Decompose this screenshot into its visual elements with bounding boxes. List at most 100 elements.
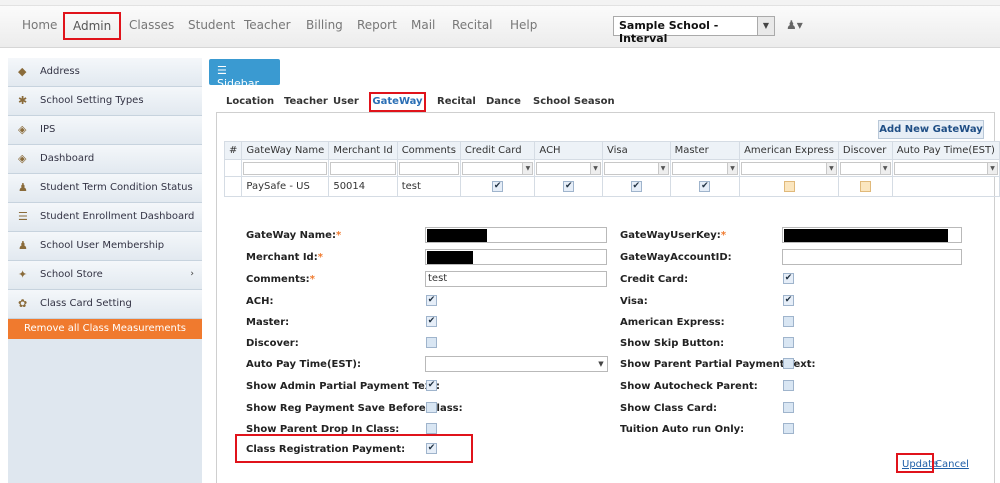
column-header[interactable]: Auto Pay Time(EST) <box>891 141 1000 160</box>
column-header[interactable]: GateWay Name <box>241 141 330 160</box>
nav-report[interactable]: Report <box>357 18 397 32</box>
sidebar-item-ips[interactable]: ◈ IPS <box>8 116 202 145</box>
filter-select[interactable]: ▼ <box>671 161 739 175</box>
table-filter-row: ▼ ▼ ▼ ▼ ▼ ▼ ▼ <box>223 159 1000 177</box>
gateway-account-id-input[interactable] <box>782 249 962 265</box>
tab-school-season[interactable]: School Season <box>533 92 615 112</box>
visa-label: Visa: <box>620 296 648 307</box>
sidebar-item-address[interactable]: ◆ Address <box>8 58 202 87</box>
show-reg-payment-save-before-class-checkbox[interactable] <box>426 402 437 413</box>
tab-dance[interactable]: Dance <box>486 92 521 112</box>
visa-checkbox[interactable]: ✔ <box>783 295 794 306</box>
filter-select[interactable]: ▼ <box>839 161 891 175</box>
nav-mail[interactable]: Mail <box>411 18 435 32</box>
column-header[interactable]: Discover <box>837 141 893 160</box>
filter-cell <box>328 159 398 177</box>
nav-student[interactable]: Student <box>188 18 235 32</box>
sidebar-item-label: Address <box>40 66 80 77</box>
filter-select[interactable]: ▼ <box>461 161 534 175</box>
table-cell: PaySafe - US <box>241 176 330 197</box>
filter-select[interactable]: ▼ <box>741 161 837 175</box>
comments-input[interactable]: test <box>425 271 607 287</box>
add-new-gateway-button[interactable]: Add New GateWay <box>878 120 984 139</box>
tab-location[interactable]: Location <box>226 92 274 112</box>
sidebar-item-school-user-membership[interactable]: ♟ School User Membership <box>8 232 202 261</box>
nav-classes[interactable]: Classes <box>129 18 174 32</box>
sidebar-item-label: School Setting Types <box>40 95 144 106</box>
nav-recital[interactable]: Recital <box>452 18 493 32</box>
filter-cell: ▼ <box>602 159 671 177</box>
ach-checkbox[interactable]: ✔ <box>426 295 437 306</box>
redacted-block <box>427 251 473 264</box>
nav-help[interactable]: Help <box>510 18 537 32</box>
highlight-box <box>896 453 934 473</box>
column-header[interactable]: American Express <box>739 141 839 160</box>
filter-input[interactable] <box>243 161 328 175</box>
discover-checkbox[interactable] <box>426 337 437 348</box>
ach-label: ACH: <box>246 296 274 307</box>
chevron-down-icon: ▼ <box>825 162 836 174</box>
show-class-card-checkbox[interactable] <box>783 402 794 413</box>
filter-cell <box>241 159 330 177</box>
cancel-button[interactable]: Cancel <box>935 459 969 470</box>
credit-card-checkbox[interactable]: ✔ <box>783 273 794 284</box>
american-express-checkbox[interactable] <box>783 316 794 327</box>
menu-icon: ☰ <box>217 64 227 77</box>
school-select[interactable]: Sample School - Interval ▼ <box>613 16 775 45</box>
nav-home[interactable]: Home <box>22 18 57 32</box>
network-icon: ◈ <box>18 123 27 136</box>
sidebar-item-student-term-condition-status[interactable]: ♟ Student Term Condition Status <box>8 174 202 203</box>
tuition-auto-run-only-checkbox[interactable] <box>783 423 794 434</box>
store-icon: ✦ <box>18 268 28 281</box>
sidebar-item-school-store[interactable]: ✦ School Store › <box>8 261 202 290</box>
filter-select[interactable]: ▼ <box>536 161 602 175</box>
credit-card-label: Credit Card: <box>620 274 689 285</box>
nav-billing[interactable]: Billing <box>306 18 343 32</box>
table-cell: ✔ <box>534 176 604 197</box>
filter-input[interactable] <box>398 161 459 175</box>
highlight-box <box>235 434 473 463</box>
column-header[interactable]: Merchant Id <box>328 141 398 160</box>
gateway-table: # GateWay Name Merchant Id Comments Cred… <box>223 141 1000 197</box>
school-select-value: Sample School - Interval <box>619 19 719 45</box>
show-parent-partial-payment-text-checkbox[interactable] <box>783 358 794 369</box>
card-icon: ✿ <box>18 297 28 310</box>
nav-admin[interactable]: Admin <box>63 12 122 40</box>
column-header[interactable]: Visa <box>602 141 671 160</box>
sidebar-toggle-button[interactable]: ☰ Sidebar <box>209 59 280 90</box>
ach-checkbox: ✔ <box>563 180 575 192</box>
filter-cell <box>223 159 243 177</box>
chevron-down-icon: ▼ <box>590 162 601 174</box>
user-menu-icon[interactable]: ♟▾ <box>786 18 803 32</box>
master-checkbox[interactable]: ✔ <box>426 316 437 327</box>
column-header[interactable]: Comments <box>396 141 461 160</box>
show-parent-drop-in-class-checkbox[interactable] <box>426 423 437 434</box>
sidebar-item-dashboard[interactable]: ◈ Dashboard <box>8 145 202 174</box>
discover-label: Discover: <box>246 338 299 349</box>
show-admin-partial-payment-text-checkbox[interactable]: ✔ <box>426 380 437 391</box>
filter-cell: ▼ <box>534 159 604 177</box>
column-header[interactable]: Credit Card <box>459 141 536 160</box>
filter-input[interactable] <box>330 161 396 175</box>
nav-teacher[interactable]: Teacher <box>244 18 291 32</box>
table-row[interactable]: PaySafe - US 50014 test ✔ ✔ ✔ ✔ <box>223 176 1000 197</box>
remove-all-class-measurements-button[interactable]: Remove all Class Measurements <box>8 319 202 339</box>
tab-recital[interactable]: Recital <box>437 92 476 112</box>
auto-pay-time-select[interactable]: ▼ <box>425 356 608 372</box>
sidebar-item-school-setting-types[interactable]: ✱ School Setting Types <box>8 87 202 116</box>
chevron-down-icon: ▼ <box>879 162 890 174</box>
tab-teacher[interactable]: Teacher <box>284 92 328 112</box>
american-express-label: American Express: <box>620 317 725 328</box>
column-header[interactable]: ACH <box>534 141 604 160</box>
show-skip-button-checkbox[interactable] <box>783 337 794 348</box>
sidebar-item-class-card-setting[interactable]: ✿ Class Card Setting <box>8 290 202 319</box>
filter-select[interactable]: ▼ <box>604 161 669 175</box>
column-header[interactable]: Master <box>669 141 741 160</box>
tab-user[interactable]: User <box>333 92 359 112</box>
show-autocheck-parent-checkbox[interactable] <box>783 380 794 391</box>
table-cell <box>837 176 893 197</box>
tab-gateway[interactable]: GateWay <box>369 92 426 112</box>
filter-select[interactable]: ▼ <box>893 161 998 175</box>
sidebar-item-student-enrollment-dashboard[interactable]: ☰ Student Enrollment Dashboard <box>8 203 202 232</box>
column-header[interactable]: # <box>223 141 243 160</box>
